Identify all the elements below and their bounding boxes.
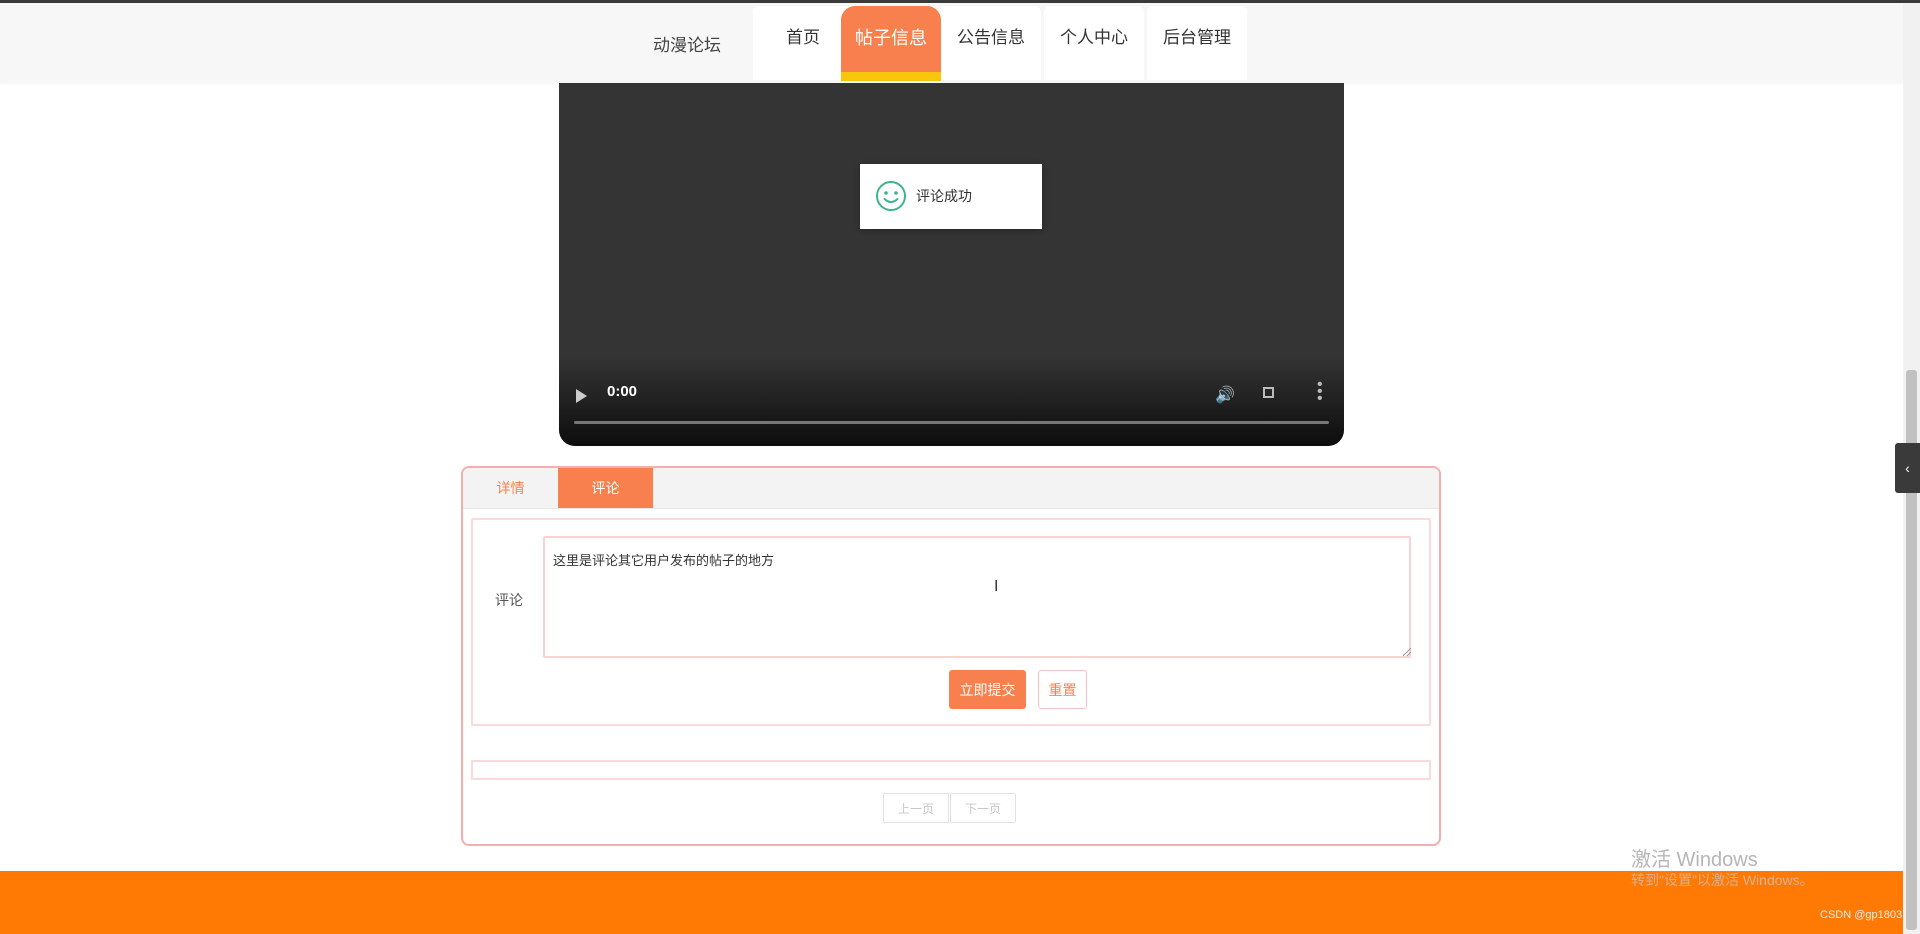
fullscreen-icon[interactable] [1263, 387, 1274, 398]
nav-item-profile[interactable]: 个人中心 [1044, 6, 1144, 80]
next-page-button[interactable]: 下一页 [950, 793, 1016, 823]
more-vertical-icon[interactable]: • • • [1317, 377, 1323, 407]
nav-item-admin[interactable]: 后台管理 [1147, 6, 1247, 80]
submit-button[interactable]: 立即提交 [949, 670, 1026, 709]
toast-message: 评论成功 [916, 188, 972, 204]
comment-list [471, 760, 1431, 780]
tab-comments[interactable]: 评论 [558, 468, 653, 508]
nav-item-home[interactable]: 首页 [753, 6, 853, 80]
play-icon[interactable] [576, 389, 587, 403]
reset-button[interactable]: 重置 [1038, 670, 1087, 709]
comment-label: 评论 [495, 592, 523, 608]
smile-icon [876, 181, 906, 211]
video-progress-bar[interactable] [574, 421, 1329, 424]
tab-bar: 详情 评论 [463, 468, 1439, 509]
nav-item-posts[interactable]: 帖子信息 [841, 6, 941, 81]
activation-watermark-title: 激活 Windows [1631, 849, 1758, 871]
tab-details[interactable]: 详情 [463, 468, 558, 508]
prev-page-button[interactable]: 上一页 [883, 793, 949, 823]
site-brand[interactable]: 动漫论坛 [653, 31, 721, 61]
comment-form: 评论 这里是评论其它用户发布的帖子的地方 立即提交 重置 [471, 518, 1431, 726]
chevron-left-icon: ‹ [1905, 460, 1910, 476]
text-cursor-icon: I [994, 578, 999, 595]
activation-watermark-subtitle: 转到"设置"以激活 Windows。 [1631, 872, 1814, 888]
success-toast: 评论成功 [860, 164, 1042, 229]
post-tabs-card: 详情 评论 评论 这里是评论其它用户发布的帖子的地方 立即提交 重置 上一页 下… [461, 466, 1441, 846]
csdn-credit: CSDN @gp1803 [1820, 909, 1903, 921]
video-player[interactable]: 0:00 🔊 • • • [559, 83, 1344, 446]
volume-icon[interactable]: 🔊 [1215, 385, 1235, 405]
page-footer [0, 871, 1903, 934]
nav-item-announcements[interactable]: 公告信息 [941, 6, 1041, 80]
video-time: 0:00 [607, 383, 638, 400]
side-panel-toggle[interactable]: ‹ [1895, 443, 1920, 493]
top-navbar: 动漫论坛 首页 帖子信息 公告信息 个人中心 后台管理 [0, 3, 1903, 83]
comment-textarea[interactable]: 这里是评论其它用户发布的帖子的地方 [543, 536, 1411, 658]
resize-grip-icon[interactable] [1403, 648, 1411, 656]
